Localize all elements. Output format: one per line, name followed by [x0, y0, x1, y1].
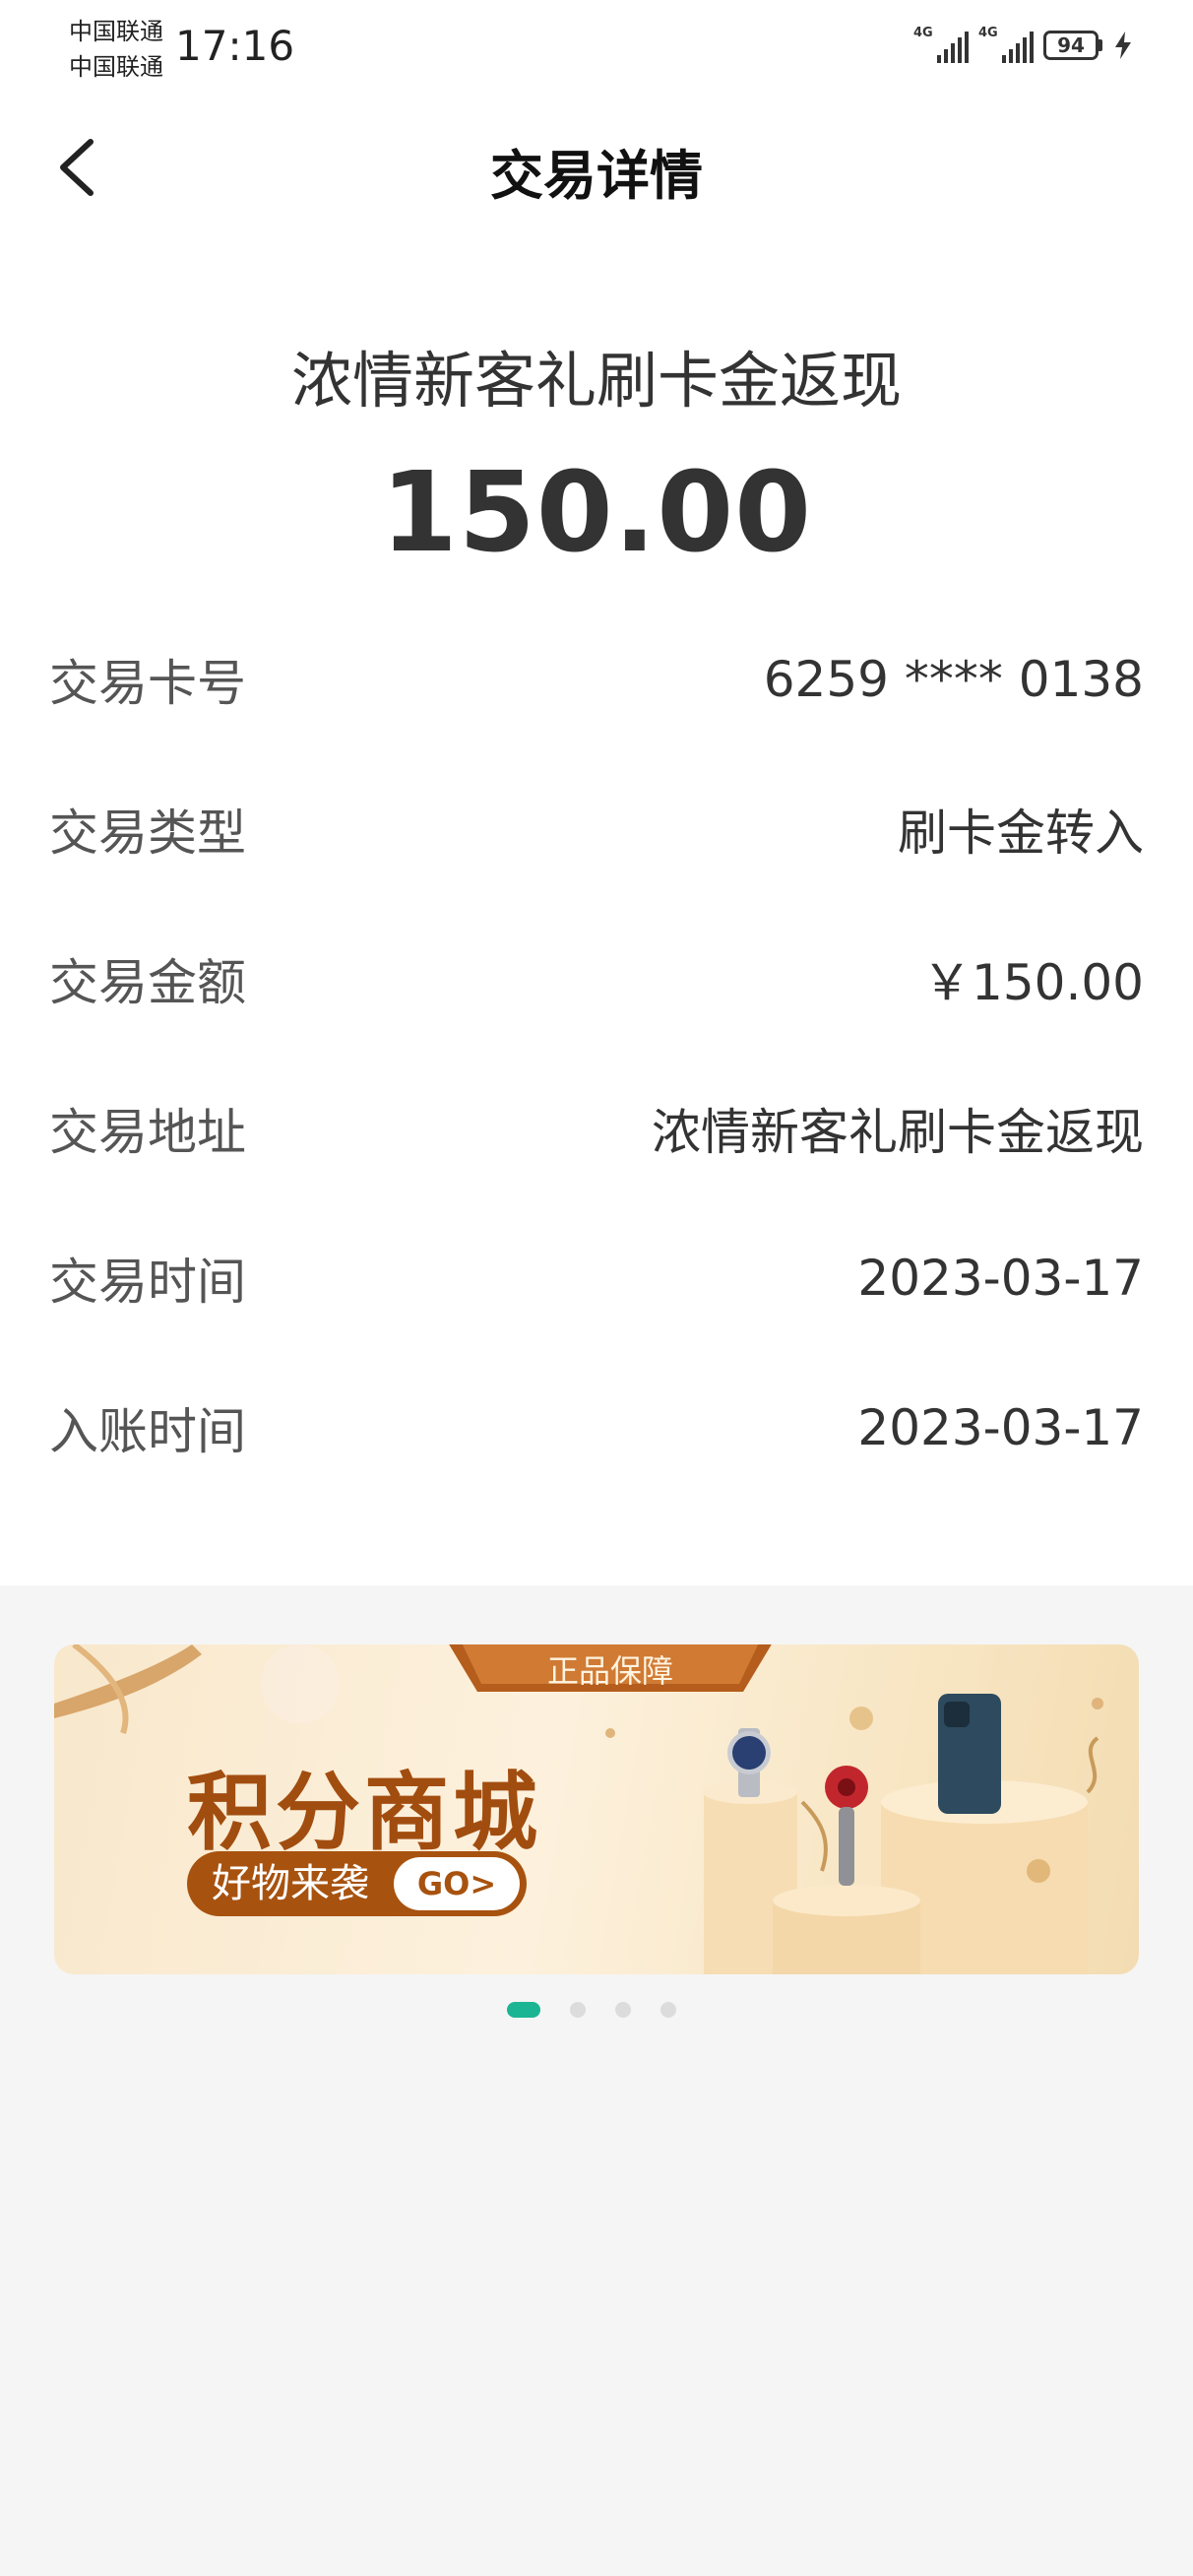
- detail-row-amount: 交易金额 ￥150.00: [49, 939, 1144, 1018]
- detail-label: 交易地址: [49, 1104, 246, 1161]
- charging-icon: [1115, 32, 1131, 59]
- page-title: 交易详情: [490, 145, 703, 207]
- go-button[interactable]: GO>: [394, 1857, 520, 1910]
- status-time: 17:16: [175, 22, 295, 70]
- carrier-2: 中国联通: [69, 53, 163, 81]
- header: 交易详情: [0, 108, 1193, 226]
- signal-icon: 4G: [978, 26, 1034, 65]
- detail-value: 2023-03-17: [857, 1250, 1144, 1307]
- detail-label: 交易时间: [49, 1254, 246, 1311]
- detail-value: 浓情新客礼刷卡金返现: [652, 1104, 1144, 1161]
- status-bar: 中国联通 中国联通 17:16 4G 4G 94: [0, 0, 1193, 98]
- detail-value: ￥150.00: [922, 954, 1144, 1011]
- detail-row-address: 交易地址 浓情新客礼刷卡金返现: [49, 1089, 1144, 1168]
- transaction-amount: 150.00: [380, 449, 813, 577]
- detail-value: 6259 **** 0138: [763, 651, 1144, 708]
- detail-value: 2023-03-17: [857, 1399, 1144, 1456]
- ribbon-label: 正品保障: [546, 1652, 673, 1690]
- status-icons: 4G 4G 94: [913, 26, 1134, 65]
- detail-row-card-number: 交易卡号 6259 **** 0138: [49, 640, 1144, 719]
- pager-dot[interactable]: [615, 2002, 631, 2018]
- detail-row-type: 交易类型 刷卡金转入: [49, 790, 1144, 869]
- detail-label: 入账时间: [49, 1403, 246, 1460]
- signal-icon: 4G: [913, 26, 969, 65]
- detail-label: 交易卡号: [49, 655, 246, 712]
- banner-title: 积分商城: [187, 1764, 541, 1862]
- battery-level: 94: [1043, 31, 1099, 60]
- banner-pager: [507, 2002, 676, 2018]
- banner-slogan: 好物来袭: [212, 1861, 369, 1906]
- detail-label: 交易金额: [49, 954, 246, 1011]
- pager-dot[interactable]: [660, 2002, 676, 2018]
- carrier-1: 中国联通: [69, 18, 163, 45]
- detail-row-time: 交易时间 2023-03-17: [49, 1239, 1144, 1318]
- detail-value: 刷卡金转入: [898, 805, 1144, 862]
- detail-row-posting-time: 入账时间 2023-03-17: [49, 1388, 1144, 1467]
- battery-icon: 94: [1043, 31, 1102, 60]
- carrier-names: 中国联通 中国联通: [69, 14, 163, 85]
- points-mall-banner[interactable]: 正品保障 积分商城 好物来袭 GO>: [54, 1644, 1139, 1974]
- pager-dot-active[interactable]: [507, 2002, 540, 2018]
- detail-label: 交易类型: [49, 805, 246, 862]
- transaction-title: 浓情新客礼刷卡金返现: [290, 345, 902, 417]
- pager-dot[interactable]: [570, 2002, 586, 2018]
